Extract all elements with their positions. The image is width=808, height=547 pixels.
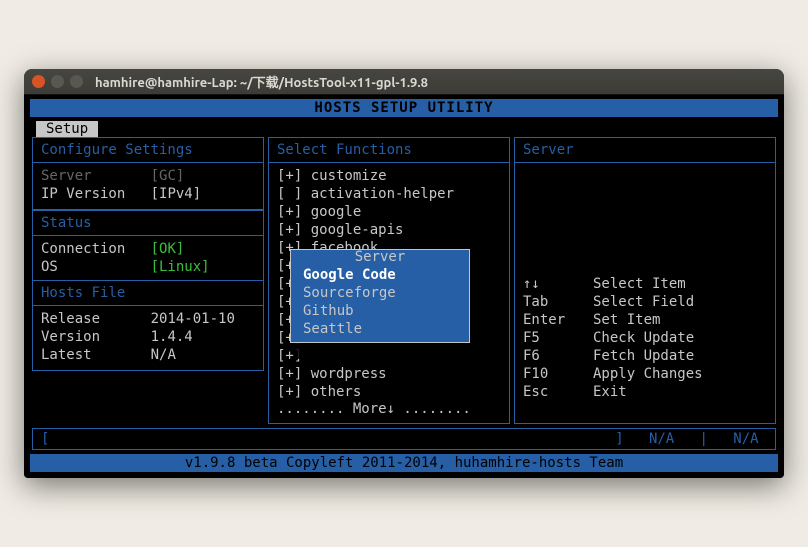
status-conn-row: Connection [OK] xyxy=(41,240,255,258)
help-row: F6Fetch Update xyxy=(523,347,767,365)
help-row: F10Apply Changes xyxy=(523,365,767,383)
hf-version-row: Version 1.4.4 xyxy=(41,328,255,346)
divider xyxy=(515,162,775,163)
window-maximize-button[interactable] xyxy=(70,75,83,88)
server-help-panel: Server ↑↓Select ItemTabSelect FieldEnter… xyxy=(514,137,776,424)
help-label: Select Field xyxy=(593,293,694,311)
hf-version-value: 1.4.4 xyxy=(151,329,193,345)
tab-setup[interactable]: Setup xyxy=(36,121,98,137)
help-label: Exit xyxy=(593,383,627,401)
server-spacer xyxy=(523,167,767,275)
footer: v1.9.8 beta Copyleft 2011-2014, huhamhir… xyxy=(30,454,778,472)
help-key: Esc xyxy=(523,383,593,401)
help-row: EscExit xyxy=(523,383,767,401)
config-ipver-row[interactable]: IP Version [IPv4] xyxy=(41,185,255,203)
status-bar: [ ] N/A | N/A xyxy=(32,428,776,450)
status-conn-label: Connection xyxy=(41,241,125,257)
hf-release-label: Release xyxy=(41,311,100,327)
titlebar[interactable]: hamhire@hamhire-Lap: ~/下载/HostsTool-x11-… xyxy=(24,69,784,95)
config-server-label: Server xyxy=(41,168,92,184)
help-list: ↑↓Select ItemTabSelect FieldEnterSet Ite… xyxy=(523,275,767,401)
divider xyxy=(33,162,263,163)
app-window: hamhire@hamhire-Lap: ~/下载/HostsTool-x11-… xyxy=(24,69,784,478)
function-item[interactable]: [+] customize xyxy=(277,167,501,185)
help-label: Fetch Update xyxy=(593,347,694,365)
popup-body: Server Google CodeSourceforgeGithubSeatt… xyxy=(290,249,470,343)
server-panel-title: Server xyxy=(523,142,767,158)
divider xyxy=(33,235,263,236)
config-ipver-label: IP Version xyxy=(41,186,125,202)
function-item[interactable]: [+] wordpress xyxy=(277,365,501,383)
help-row: F5Check Update xyxy=(523,329,767,347)
status-left-bracket: [ xyxy=(41,431,49,447)
functions-more[interactable]: ........ More↓ ........ xyxy=(277,401,501,417)
function-item[interactable]: [+] google xyxy=(277,203,501,221)
function-item[interactable]: [ ] activation-helper xyxy=(277,185,501,203)
configure-settings-title: Configure Settings xyxy=(41,142,255,158)
status-title: Status xyxy=(41,215,255,231)
tab-row: Setup xyxy=(30,117,778,137)
config-server-value: [GC] xyxy=(151,168,185,184)
help-key: F6 xyxy=(523,347,593,365)
divider xyxy=(33,280,263,281)
status-os-row: OS [Linux] xyxy=(41,258,255,276)
status-conn-value: [OK] xyxy=(151,241,185,257)
configure-settings-panel: Configure Settings Server [GC] IP Versio… xyxy=(32,137,264,210)
help-row: TabSelect Field xyxy=(523,293,767,311)
popup-item[interactable]: Google Code xyxy=(291,266,469,284)
hf-version-label: Version xyxy=(41,329,100,345)
popup-items: Google CodeSourceforgeGithubSeattle xyxy=(291,266,469,338)
terminal-area: HOSTS SETUP UTILITY Setup Configure Sett… xyxy=(24,95,784,478)
status-os-value: [Linux] xyxy=(151,259,210,275)
help-label: Check Update xyxy=(593,329,694,347)
server-popup[interactable]: Server Google CodeSourceforgeGithubSeatt… xyxy=(290,249,470,343)
popup-item[interactable]: Github xyxy=(291,302,469,320)
hf-release-row: Release 2014-01-10 xyxy=(41,310,255,328)
status-right: ] N/A | N/A xyxy=(615,431,767,447)
status-panel: Status Connection [OK] OS [Linux] Hosts … xyxy=(32,210,264,371)
help-label: Set Item xyxy=(593,311,660,329)
app-header: HOSTS SETUP UTILITY xyxy=(30,99,778,117)
left-column: Configure Settings Server [GC] IP Versio… xyxy=(30,137,266,424)
help-key: F5 xyxy=(523,329,593,347)
config-server-row[interactable]: Server [GC] xyxy=(41,167,255,185)
window-title: hamhire@hamhire-Lap: ~/下载/HostsTool-x11-… xyxy=(95,72,428,91)
help-key: Enter xyxy=(523,311,593,329)
popup-item[interactable]: Seattle xyxy=(291,320,469,338)
popup-item[interactable]: Sourceforge xyxy=(291,284,469,302)
config-ipver-value: [IPv4] xyxy=(151,186,202,202)
hf-release-value: 2014-01-10 xyxy=(151,311,235,327)
popup-title: Server xyxy=(291,249,469,265)
help-label: Select Item xyxy=(593,275,686,293)
select-functions-title: Select Functions xyxy=(277,142,501,158)
divider xyxy=(33,305,263,306)
help-key: ↑↓ xyxy=(523,275,593,293)
help-label: Apply Changes xyxy=(593,365,703,383)
panels: Configure Settings Server [GC] IP Versio… xyxy=(30,137,778,424)
window-minimize-button[interactable] xyxy=(51,75,64,88)
status-os-label: OS xyxy=(41,259,58,275)
function-item[interactable]: [+] google-apis xyxy=(277,221,501,239)
help-row: ↑↓Select Item xyxy=(523,275,767,293)
help-row: EnterSet Item xyxy=(523,311,767,329)
hf-latest-row: Latest N/A xyxy=(41,346,255,364)
hostsfile-title: Hosts File xyxy=(41,285,255,301)
hf-latest-value: N/A xyxy=(151,347,176,363)
hf-latest-label: Latest xyxy=(41,347,92,363)
divider xyxy=(269,162,509,163)
help-key: F10 xyxy=(523,365,593,383)
function-item[interactable]: [+] others xyxy=(277,383,501,401)
help-key: Tab xyxy=(523,293,593,311)
window-close-button[interactable] xyxy=(32,75,45,88)
